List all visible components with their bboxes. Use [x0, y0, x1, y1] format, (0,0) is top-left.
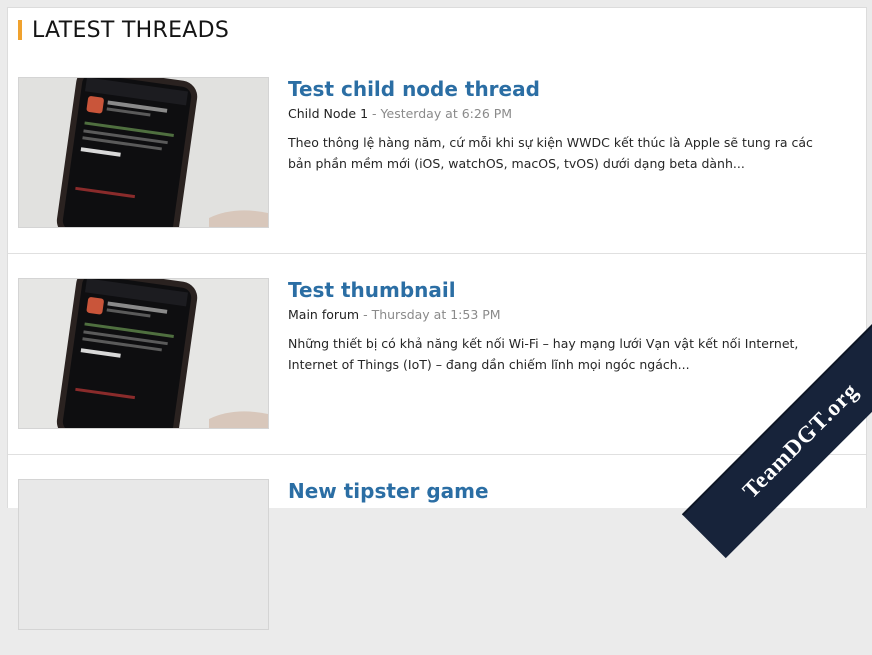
thread-info: Test thumbnail Main forum - Thursday at … — [288, 277, 848, 375]
thread-date[interactable]: Yesterday at 6:26 PM — [381, 106, 513, 121]
thread-thumbnail[interactable] — [18, 479, 269, 630]
thread-info: Test child node thread Child Node 1 - Ye… — [288, 76, 848, 174]
thread-excerpt: Những thiết bị có khả năng kết nối Wi-Fi… — [288, 336, 799, 372]
section-title: LATEST THREADS — [32, 17, 230, 43]
thread-forum-link[interactable]: Child Node 1 — [288, 106, 368, 121]
thread-forum-link[interactable]: Main forum — [288, 307, 359, 322]
thread-thumbnail[interactable] — [18, 278, 269, 429]
thread-meta: Child Node 1 - Yesterday at 6:26 PM — [288, 106, 848, 122]
thread-item: Test thumbnail Main forum - Thursday at … — [8, 254, 866, 455]
section-accent-bar — [18, 20, 22, 40]
thread-excerpt: Theo thông lệ hàng năm, cứ mỗi khi sự ki… — [288, 135, 813, 171]
phone-photo-image — [19, 78, 268, 227]
section-header: LATEST THREADS — [18, 17, 230, 43]
thread-thumbnail[interactable] — [18, 77, 269, 228]
latest-threads-panel: LATEST THREADS Test child node thread Ch… — [7, 7, 867, 630]
meta-separator: - — [359, 307, 372, 322]
thread-date[interactable]: Thursday at 1:53 PM — [372, 307, 501, 322]
thread-meta: Main forum - Thursday at 1:53 PM — [288, 307, 848, 323]
phone-photo-image — [19, 279, 268, 428]
thread-title-link[interactable]: Test thumbnail — [288, 277, 848, 303]
meta-separator: - — [368, 106, 381, 121]
thread-title-link[interactable]: Test child node thread — [288, 76, 848, 102]
thread-item: Test child node thread Child Node 1 - Ye… — [8, 53, 866, 254]
